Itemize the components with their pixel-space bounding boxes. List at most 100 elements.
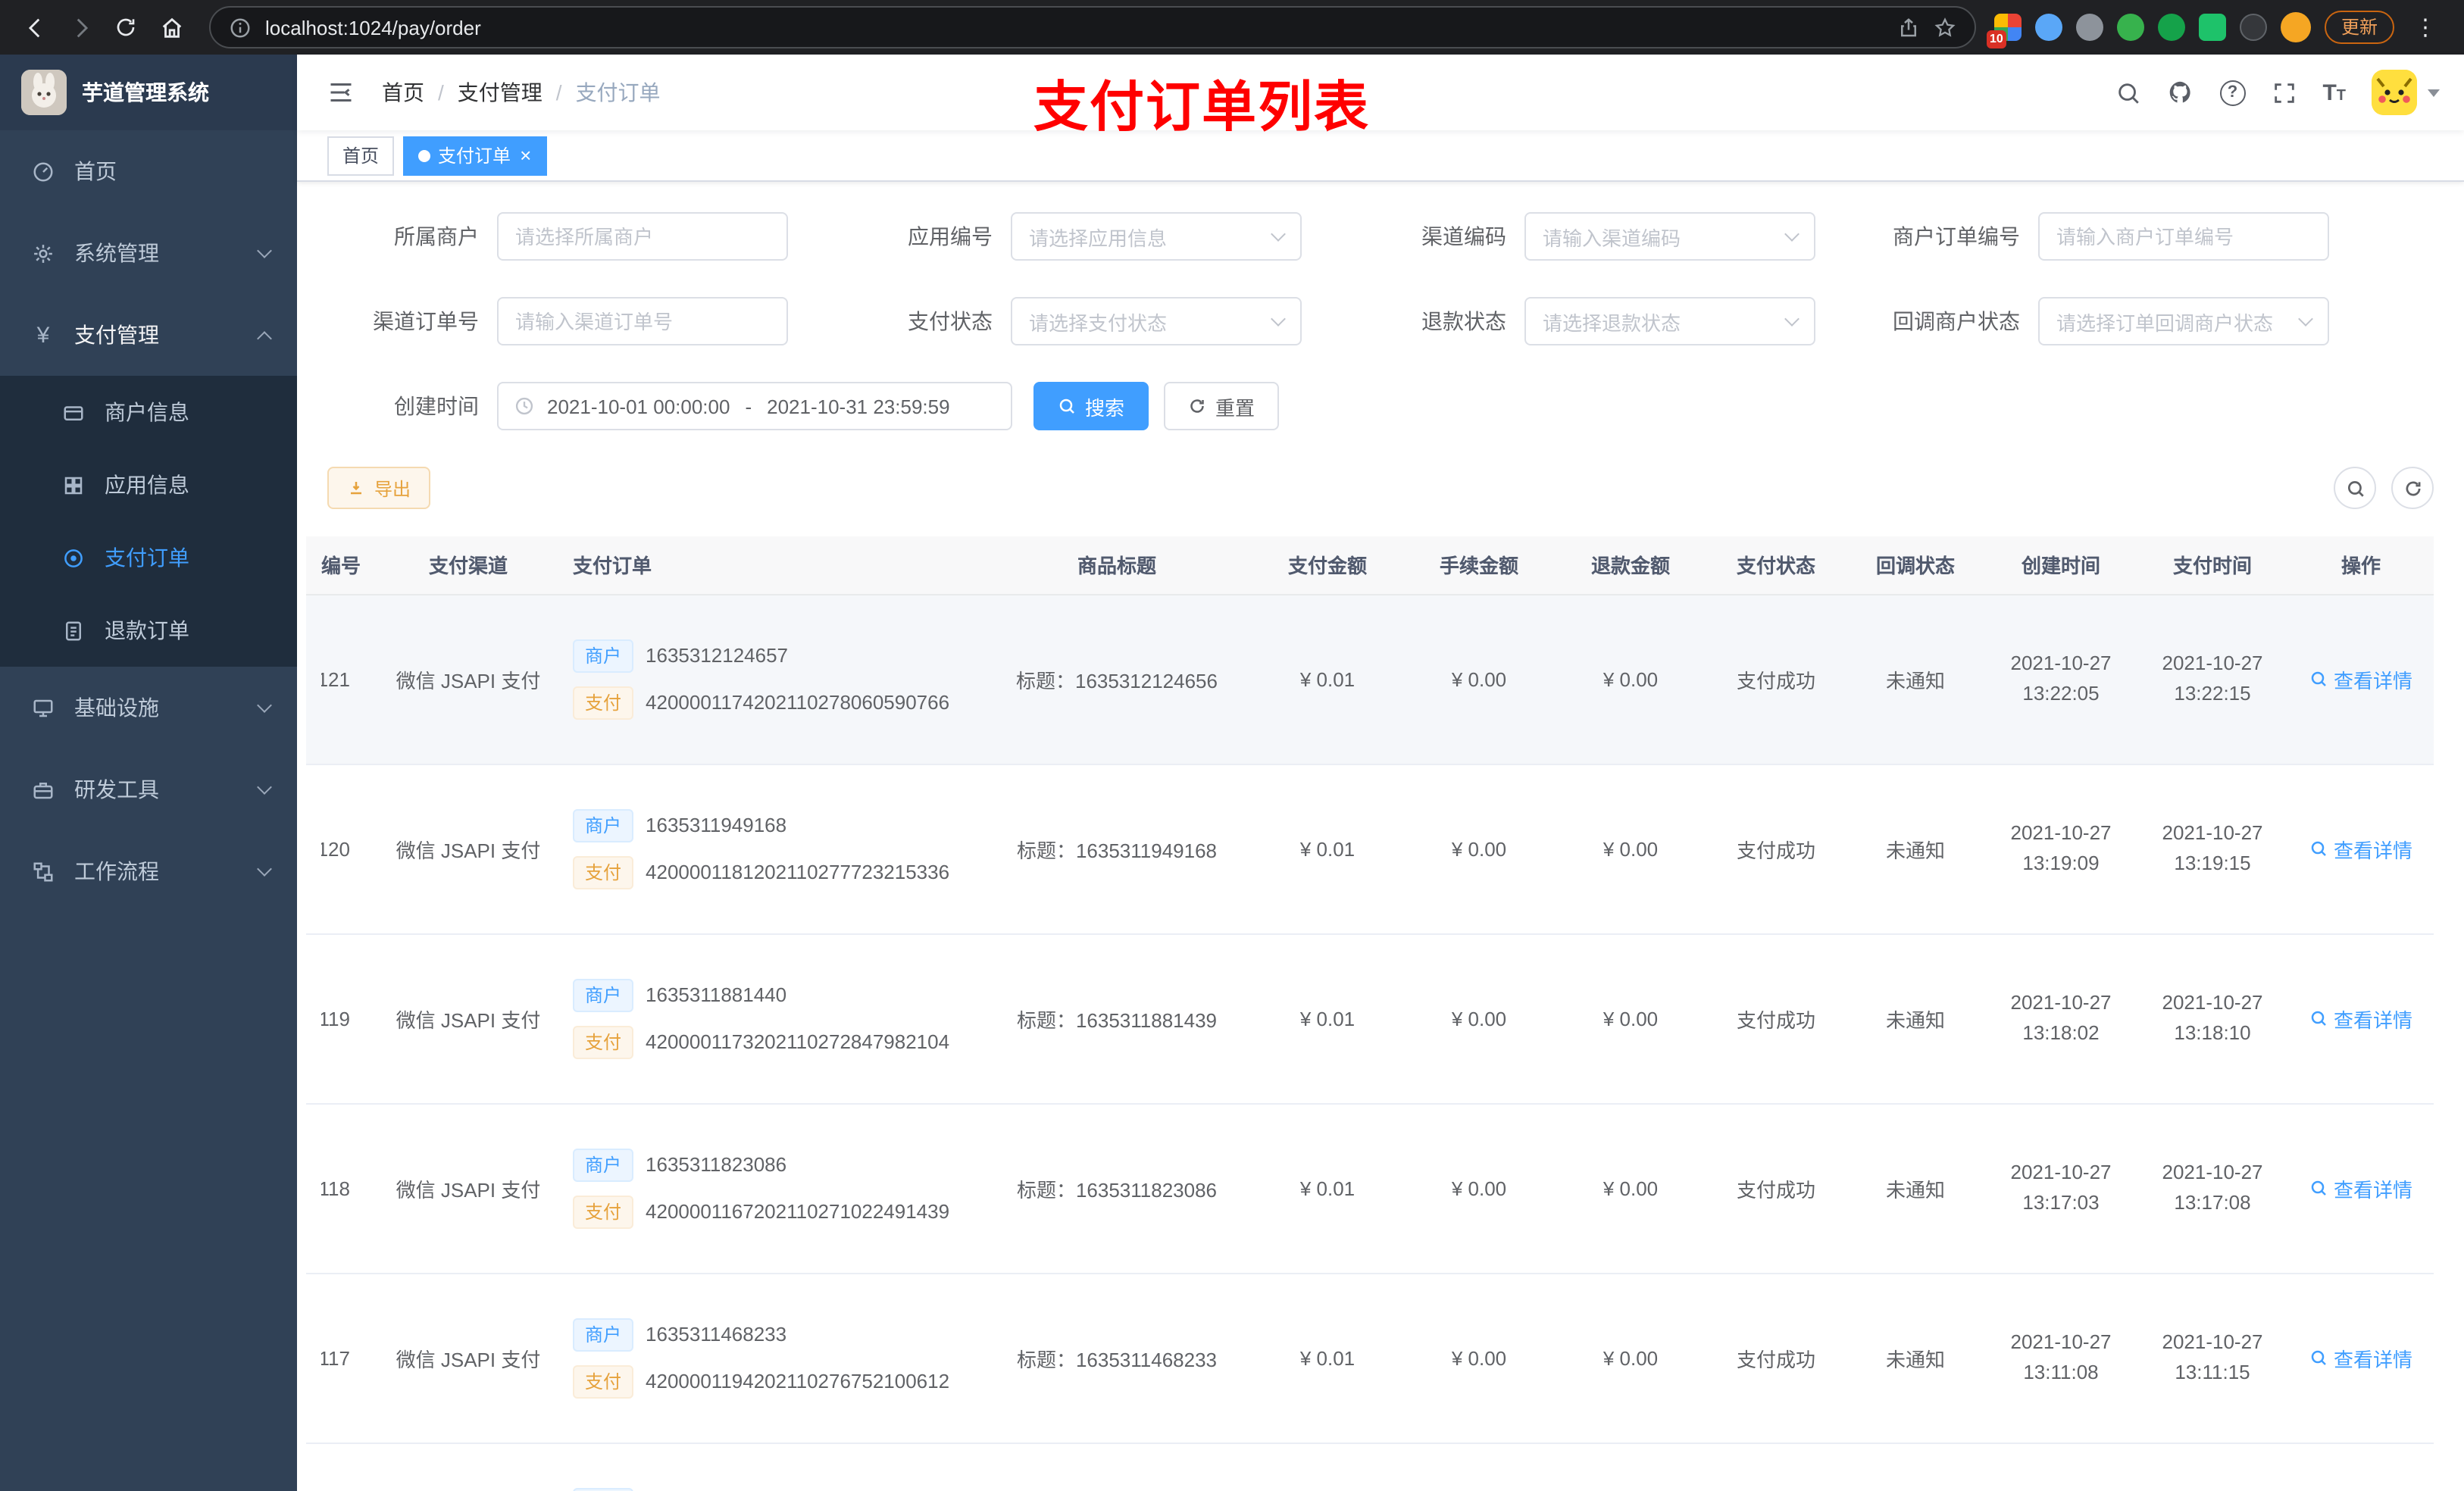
extension-icon-4[interactable] [2116,14,2144,41]
extension-icon-3[interactable] [2075,14,2103,41]
breadcrumb: 首页 / 支付管理 / 支付订单 [382,77,661,108]
view-detail-link[interactable]: 查看详情 [2309,1174,2412,1202]
cell-id: 116 [306,1443,379,1491]
share-icon[interactable] [1897,16,1920,39]
orders-table-wrapper: 编号 支付渠道 支付订单 商品标题 支付金额 手续金额 退款金额 支付状态 回调… [306,536,2452,1491]
date-range-picker[interactable]: 2021-10-01 00:00:00 - 2021-10-31 23:59:5… [497,382,1012,430]
merchant-tag: 商户 [573,978,634,1011]
table-header-row: 编号 支付渠道 支付订单 商品标题 支付金额 手续金额 退款金额 支付状态 回调… [306,536,2434,595]
date-end[interactable]: 2021-10-31 23:59:59 [767,395,949,417]
chevron-down-icon [1784,226,1800,241]
payment-submenu: 商户信息 应用信息 支付订单 退款订单 [0,376,297,667]
refund-status-select[interactable]: 请选择退款状态 [1524,297,1815,345]
address-bar[interactable]: localhost:1024/pay/order [209,6,1976,48]
sidebar-item-refund-order[interactable]: 退款订单 [0,594,297,667]
sidebar-item-pay-order[interactable]: 支付订单 [0,521,297,594]
profile-avatar-icon[interactable] [2280,12,2311,42]
cell-fee: ¥ 0.00 [1403,933,1555,1104]
extension-icon-2[interactable] [2034,14,2062,41]
reload-icon[interactable] [106,8,145,47]
cell-refund: ¥ 0.00 [1555,933,1706,1104]
reset-button[interactable]: 重置 [1164,382,1280,430]
sidebar-item-payment[interactable]: ¥ 支付管理 [0,294,297,376]
extension-icon-1[interactable]: 10 [1986,14,2022,48]
cell-create-time: 2021-10-27 13:19:09 [1985,764,2137,934]
merchant-order-no: 1635312124657 [646,644,789,667]
home-icon[interactable] [152,8,191,47]
avatar[interactable] [2372,70,2417,115]
url-text[interactable]: localhost:1024/pay/order [265,16,1884,39]
help-icon[interactable]: ? [2219,80,2246,105]
site-info-icon[interactable] [229,16,252,39]
channel-pay-no: 4200001181202110277723215336 [646,861,950,883]
close-icon[interactable]: × [520,145,531,165]
cell-title [982,1443,1252,1491]
view-detail-link[interactable]: 查看详情 [2309,834,2412,863]
merchant-order-no-input[interactable] [2038,212,2329,261]
cell-fee: ¥ 0.00 [1403,1273,1555,1443]
github-icon[interactable] [2166,79,2194,106]
user-menu[interactable] [2372,70,2440,115]
pay-status-select[interactable]: 请选择支付状态 [1011,297,1302,345]
col-refund: 退款金额 [1555,536,1706,595]
refresh-button[interactable] [2391,467,2434,509]
toggle-search-button[interactable] [2334,467,2376,509]
merchant-input[interactable] [497,212,788,261]
sidebar-item-workflow[interactable]: 工作流程 [0,830,297,912]
notify-status-select[interactable]: 请选择订单回调商户状态 [2038,297,2329,345]
sidebar-item-infrastructure[interactable]: 基础设施 [0,667,297,749]
search-button[interactable]: 搜索 [1033,382,1149,430]
view-detail-link[interactable]: 查看详情 [2309,664,2412,693]
forward-icon[interactable] [61,8,100,47]
cell-pay-time: 2021-10-27 13:19:15 [2137,764,2288,934]
channel-order-no-input[interactable] [497,297,788,345]
back-icon[interactable] [15,8,55,47]
sidebar-item-home[interactable]: 首页 [0,130,297,212]
target-icon [61,546,86,569]
breadcrumb-home[interactable]: 首页 [382,77,424,108]
cell-refund: ¥ 0.00 [1555,1273,1706,1443]
cell-create-time: 2021-10-27 13:22:05 [1985,594,2137,764]
font-size-icon[interactable]: TT [2322,81,2346,104]
date-start[interactable]: 2021-10-01 00:00:00 [547,395,730,417]
extension-icon-6[interactable] [2198,14,2226,41]
extension-icon-5[interactable] [2157,14,2185,41]
tab-home[interactable]: 首页 [327,136,395,175]
channel-code-select[interactable]: 请输入渠道编码 [1524,212,1815,261]
screen: localhost:1024/pay/order 10 更新 ⋮ 芋道管理系统 … [0,0,2464,1491]
bookmark-star-icon[interactable] [1934,16,1956,39]
sidebar-item-system[interactable]: 系统管理 [0,212,297,294]
cell-notify: 未通知 [1846,764,1985,934]
table-row: 116 商户 1635311457936 支付 [306,1443,2434,1491]
breadcrumb-payment[interactable]: 支付管理 [458,77,543,108]
cell-actions: 查看详情 [2288,1443,2434,1491]
collapse-sidebar-icon[interactable] [321,73,361,112]
cell-pay-time: 2021-10-27 13:18:10 [2137,933,2288,1104]
cell-notify: 未通知 [1846,1103,1985,1274]
merchant-tag: 商户 [573,639,634,672]
cell-channel: 微信 JSAPI 支付 [379,594,558,764]
sidebar-item-devtools[interactable]: 研发工具 [0,749,297,830]
export-button[interactable]: 导出 [327,467,431,509]
sidebar-item-merchant-info[interactable]: 商户信息 [0,376,297,449]
pay-tag: 支付 [573,1195,634,1228]
merchant-order-no: 1635311881440 [646,983,787,1006]
fullscreen-icon[interactable] [2271,80,2297,105]
view-detail-link[interactable]: 查看详情 [2309,1004,2412,1033]
cell-title: 标题：1635311949168 [982,764,1252,934]
sidebar-item-app-info[interactable]: 应用信息 [0,449,297,521]
workflow-icon [30,860,56,883]
cell-amount: ¥ 0.01 [1252,764,1403,934]
extension-icon-7[interactable] [2239,14,2267,41]
tab-pay-order[interactable]: 支付订单 × [403,136,547,175]
browser-menu-icon[interactable]: ⋮ [2408,14,2443,41]
cell-notify: 未通知 [1846,594,1985,764]
browser-update-button[interactable]: 更新 [2324,11,2394,44]
cell-actions: 查看详情 [2288,1103,2434,1274]
view-detail-link[interactable]: 查看详情 [2309,1343,2412,1372]
search-icon[interactable] [2115,80,2140,105]
app-id-select[interactable]: 请选择应用信息 [1011,212,1302,261]
filter-notify-status: 回调商户状态 请选择订单回调商户状态 [1868,297,2329,345]
sidebar-logo[interactable]: 芋道管理系统 [0,55,297,130]
cell-pay-order: 商户 1635312124657 支付 42000011742021102780… [558,594,982,764]
